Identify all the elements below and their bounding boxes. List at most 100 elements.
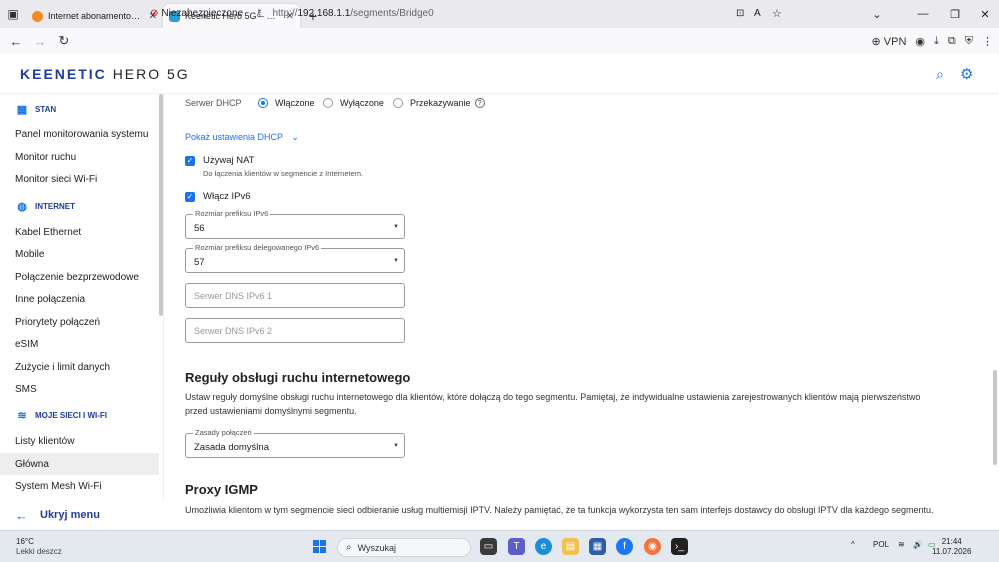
weather-widget[interactable]: 16°C Lekki deszcz [16,537,62,557]
dns-ipv6-1-input[interactable]: Serwer DNS IPv6 1 [185,283,405,308]
connection-policy-select[interactable]: Zasady połączeń Zasada domyślna ▼ [185,428,405,458]
sidebar-section-stan[interactable]: ▦ STAN [15,102,56,116]
site-permissions-icon[interactable]: ⚷ [255,8,262,19]
translate-icon[interactable]: A [754,8,761,19]
sidebar-item-client-lists[interactable]: Listy klientów [0,430,159,452]
sidebar-item-monitoring-panel[interactable]: Panel monitorowania systemu [0,123,159,145]
close-window-icon[interactable]: ✕ [970,0,999,28]
account-icon[interactable]: ◉ [915,35,925,48]
weather-desc: Lekki deszcz [16,547,62,556]
downloads-icon[interactable]: ⤓ [934,35,939,48]
chevron-down-icon: ⌄ [291,132,299,142]
url-host: 192.168.1.1 [297,7,351,19]
facebook-icon[interactable]: f [616,538,633,555]
gear-icon[interactable]: ⚙ [960,65,973,83]
checkbox-checked-icon: ✓ [185,155,195,166]
windows-taskbar: 16°C Lekki deszcz ⌕ Wyszukaj ▭ T e ▤ ▦ f… [0,530,999,562]
terminal-icon[interactable]: ›_ [671,538,688,555]
store-icon[interactable]: ▦ [589,538,606,555]
keenetic-logo[interactable]: KEENETIC HERO 5G [20,66,190,82]
sidebar-item-ethernet[interactable]: Kabel Ethernet [0,221,159,243]
edge-icon[interactable]: e [535,538,552,555]
sidebar-item-mobile[interactable]: Mobile [0,243,159,265]
url-bar[interactable]: ⊘ Niezabezpieczone ⚷ http://192.168.1.1/… [146,3,786,23]
task-view-icon[interactable]: ▭ [480,538,497,555]
dhcp-radio-enabled[interactable]: Włączone [258,98,315,108]
sidebar-item-esim[interactable]: eSIM [0,333,159,355]
radio-selected-icon [258,98,268,108]
sidebar-section-internet[interactable]: ◍ INTERNET [15,199,75,213]
sidebar-section-networks[interactable]: ≋ MOJE SIECI I WI-FI [15,408,107,422]
file-explorer-icon[interactable]: ▤ [562,538,579,555]
show-dhcp-settings-link[interactable]: Pokaż ustawienia DHCP ⌄ [185,132,299,143]
dns-ipv6-2-input[interactable]: Serwer DNS IPv6 2 [185,318,405,343]
bookmark-star-icon[interactable]: ☆ [772,7,782,20]
caret-down-icon: ▼ [393,258,399,264]
browser-tab-1[interactable]: Internet abonamentowy 5G po ✕ [26,4,163,28]
field-value: 57 [194,257,205,268]
checkbox-checked-icon: ✓ [185,191,195,202]
sidebar-item-sms[interactable]: SMS [0,378,159,400]
input-language[interactable]: POL [873,540,889,549]
help-icon[interactable]: ? [474,98,485,108]
vpn-button[interactable]: ⊕ VPN [872,35,907,48]
igmp-heading: Proxy IGMP [185,482,258,497]
radio-unselected-icon [323,98,333,108]
menu-icon[interactable]: ⋮ [982,35,993,48]
sidebar-item-main[interactable]: Główna [0,453,159,475]
sidebar-item-wireless[interactable]: Połączenie bezprzewodowe [0,266,159,288]
sidebar-item-mesh[interactable]: System Mesh Wi-Fi [0,475,159,497]
ipv6-checkbox[interactable]: ✓ Włącz IPv6 [185,191,251,202]
field-placeholder: Serwer DNS IPv6 1 [194,291,273,301]
field-legend: Zasady połączeń [193,428,254,437]
nat-checkbox[interactable]: ✓ Używaj NAT [185,155,255,166]
nat-label: Używaj NAT [203,155,255,166]
system-clock[interactable]: 21:44 11.07.2026 [932,537,971,557]
hide-menu-button[interactable]: ← Ukryj menu [0,500,164,530]
firefox-icon[interactable]: ◉ [644,538,661,555]
clock-date: 11.07.2026 [932,547,972,556]
sidebar-item-other-connections[interactable]: Inne połączenia [0,288,159,310]
radio-label: Wyłączone [340,98,384,108]
windows-start-icon[interactable] [313,540,326,553]
tab-list-icon[interactable]: ⌄ [862,0,892,28]
install-app-icon[interactable]: ⊡ [736,8,744,19]
sidebar-item-priorities[interactable]: Priorytety połączeń [0,311,159,333]
sidebar-scrollbar[interactable] [159,94,163,316]
forward-icon[interactable]: → [28,34,52,49]
extensions-icon[interactable]: ⧉ [948,35,956,48]
network-wifi-icon[interactable]: ≋ [898,540,905,549]
shield-icon[interactable]: ⛨ [965,35,973,48]
browser-extensions: ⊕ VPN ◉ ⤓ ⧉ ⛨ ⋮ [872,28,994,54]
ipv6-delegated-prefix-select[interactable]: Rozmiar prefiksu delegowanego IPv6 57 ▼ [185,243,405,273]
section-label: MOJE SIECI I WI-FI [35,410,108,420]
tab-overview-icon[interactable]: ▣ [0,0,26,28]
teams-icon[interactable]: T [508,538,525,555]
security-indicator[interactable]: ⊘ Niezabezpieczone [146,4,247,22]
dhcp-radio-disabled[interactable]: Wyłączone [323,98,384,108]
radio-label: Włączone [275,98,315,108]
sidebar-item-traffic-monitor[interactable]: Monitor ruchu [0,146,159,168]
minimize-icon[interactable]: — [908,0,938,28]
reload-icon[interactable]: ↻ [52,33,76,49]
clock-time: 21:44 [941,537,962,546]
restore-icon[interactable]: ❐ [940,0,970,28]
sidebar-item-wifi-monitor[interactable]: Monitor sieci Wi-Fi [0,168,159,190]
main-scrollbar[interactable] [993,370,997,465]
tray-chevron-icon[interactable]: ^ [851,540,855,549]
ipv6-prefix-select[interactable]: Rozmiar prefiksu IPv6 56 ▼ [185,209,405,239]
taskbar-search[interactable]: ⌕ Wyszukaj [337,538,471,557]
search-icon[interactable]: ⌕ [936,66,944,83]
arrow-left-icon: ← [15,507,28,523]
volume-icon[interactable]: 🔊 [913,540,923,549]
back-icon[interactable]: ← [4,34,28,49]
field-legend: Rozmiar prefiksu delegowanego IPv6 [193,243,322,252]
dashboard-icon: ▦ [16,103,28,116]
url-text[interactable]: http://192.168.1.1/segments/Bridge0 [272,8,433,19]
dhcp-radio-relay[interactable]: Przekazywanie ? [393,98,485,108]
logo-model: HERO 5G [112,66,190,82]
sidebar-item-data-usage[interactable]: Zużycie i limit danych [0,356,159,378]
search-label: Wyszukaj [357,542,397,553]
radio-unselected-icon [393,98,403,108]
igmp-description: Umożliwia klientom w tym segmencie sieci… [185,505,934,515]
